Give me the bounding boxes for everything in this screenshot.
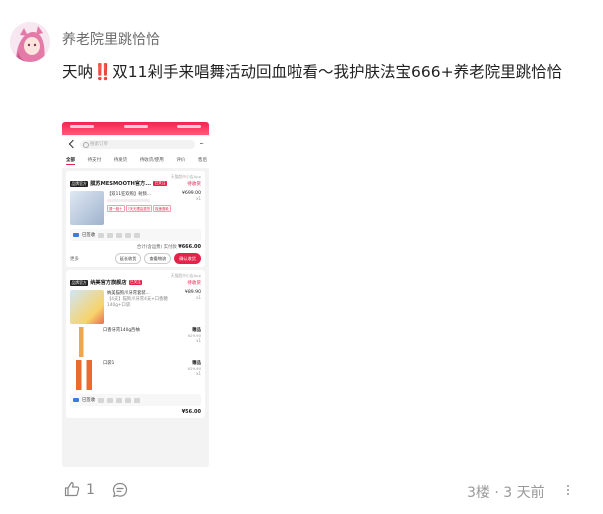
extend-receipt-button: 延长收货	[114, 253, 142, 264]
gift-qty: x1	[196, 371, 201, 376]
gift-image	[70, 360, 100, 390]
status-bar	[70, 125, 201, 130]
comment-post: 养老院里跳恰恰 天呐‼️双11剁手来唱舞活动回血啦看～我护肤法宝666+养老院里…	[0, 0, 603, 514]
store-badge: 已关注	[128, 280, 143, 285]
logistics-row: 已签收	[70, 394, 201, 406]
order-total: ¥56.00	[181, 409, 201, 415]
store-tag: 品牌官方	[70, 180, 89, 187]
confirm-receipt-button: 确认收货	[174, 253, 201, 264]
reply-icon[interactable]	[112, 482, 128, 498]
product-spec-2: 140g+口袋	[107, 303, 131, 308]
gift-item: 口袋1 赠品 ¥29.90 x1	[70, 360, 201, 390]
tab-all: 全部	[66, 158, 75, 165]
more-options-icon[interactable]	[566, 483, 570, 497]
product-qty: x1	[196, 196, 201, 201]
logistics-status: 已签收	[82, 398, 96, 403]
product-image	[70, 290, 104, 324]
tab-review: 评价	[176, 158, 186, 163]
back-icon	[68, 139, 78, 149]
store-badge: 已关注	[153, 181, 167, 186]
order-status: 待收货	[187, 181, 201, 187]
order-header: 搜索订单 ··· 全部 待支付 待发货 待收货/使用 评价 售后	[62, 122, 209, 168]
gift-image	[70, 327, 100, 357]
search-input: 搜索订单	[80, 139, 196, 149]
store-tag: 品牌官方	[70, 279, 89, 286]
chip: 7天无理由退货	[125, 205, 153, 212]
like-count: 1	[86, 482, 95, 498]
logistics-row: 已签收	[70, 229, 201, 241]
tab-receiving: 待收货/使用	[139, 158, 164, 163]
gift-item: 口香牙膏140g西柚 赠品 ¥29.90 x1	[70, 327, 201, 357]
gift-title: 口香牙膏140g西柚	[103, 328, 140, 333]
order-card: 天猫超市小店App 品牌官方 膜苏MESMOOTH官方... 已关注 待收货 【…	[66, 171, 205, 267]
product-qty: x1	[196, 295, 201, 300]
username[interactable]: 养老院里跳恰恰	[62, 29, 160, 49]
floor-and-time: 3楼 · 3 天前	[467, 485, 545, 501]
attached-image[interactable]: 搜索订单 ··· 全部 待支付 待发货 待收货/使用 评价 售后 天猫超市小店A…	[62, 122, 209, 467]
more-dots-icon: ···	[199, 140, 204, 148]
comment-text: 天呐‼️双11剁手来唱舞活动回血啦看～我护肤法宝666+养老院里跳恰恰	[62, 63, 563, 81]
order-card: 天猫超市小店App 品牌官方 纳美官方旗舰店 已关注 待收货 纳美猫狗爪牙膏套装…	[66, 270, 205, 418]
gift-qty: x1	[196, 338, 201, 343]
product-image	[70, 191, 104, 225]
truck-icon	[73, 398, 79, 402]
tab-aftersale: 售后	[198, 158, 207, 163]
chip: 极速退款	[153, 205, 171, 212]
tab-unshipped: 待发货	[113, 158, 128, 163]
tab-unpaid: 待支付	[87, 158, 102, 163]
store-name: 纳美官方旗舰店	[90, 280, 127, 286]
gift-title: 口袋1	[103, 361, 115, 366]
order-tabs: 全部 待支付 待发货 待收货/使用 评价 售后	[66, 157, 207, 165]
avatar[interactable]	[10, 22, 50, 62]
product-title: 【双11狂欢购】射频...	[107, 192, 151, 197]
logistics-status: 已签收	[82, 233, 96, 238]
store-name: 膜苏MESMOOTH官方...	[90, 181, 152, 187]
truck-icon	[73, 233, 79, 237]
chip: 退一赔十	[107, 205, 125, 212]
thumbs-up-icon[interactable]	[64, 481, 80, 497]
comment-footer: 1 3楼 · 3 天前	[0, 478, 603, 504]
more-link: 更多	[70, 256, 79, 262]
view-logistics-button: 查看物流	[144, 253, 172, 264]
order-total: 合计(含运费) 实付款 ¥666.00	[136, 244, 201, 250]
order-status: 待收货	[187, 280, 201, 286]
